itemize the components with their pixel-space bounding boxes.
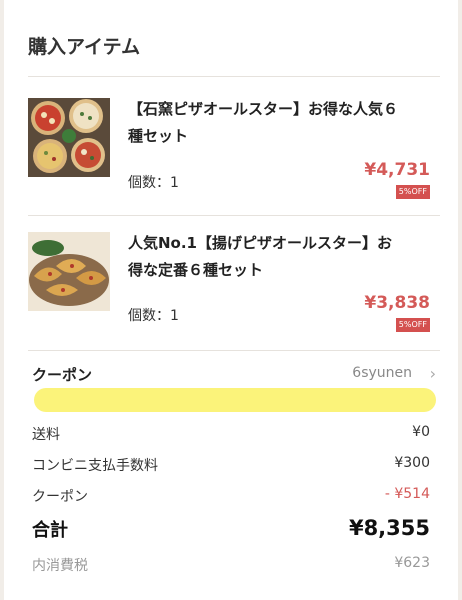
order-summary-card: 購入アイテム 【石窯ピザオールスター】お得な人気６ 種セット 個数：1 ¥4,7… (4, 0, 458, 600)
item-price: ¥4,731 (364, 160, 430, 180)
shipping-value: ¥0 (412, 424, 430, 440)
section-title: 購入アイテム (28, 36, 141, 58)
divider (28, 76, 440, 77)
product-thumbnail-fried-pizza[interactable] (28, 232, 110, 311)
convenience-fee-label: コンビニ支払手数料 (32, 458, 158, 474)
discount-badge: 5%OFF (395, 318, 430, 332)
discount-badge: 5%OFF (395, 185, 430, 199)
item-price: ¥3,838 (364, 293, 430, 313)
quantity-label: 個数：1 (128, 308, 179, 324)
divider (28, 215, 440, 216)
item-name[interactable]: 人気No.1【揚げピザオールスター】お 得な定番６種セット (128, 230, 418, 284)
coupon-discount-label: クーポン (32, 489, 88, 505)
tax-value: ¥623 (394, 555, 430, 571)
total-value: ¥8,355 (348, 516, 430, 540)
quantity-label: 個数：1 (128, 175, 179, 191)
convenience-fee-value: ¥300 (394, 455, 430, 471)
coupon-label: クーポン (32, 366, 93, 384)
highlight-mark (34, 388, 436, 412)
total-label: 合計 (32, 520, 68, 541)
divider (28, 350, 440, 351)
item-name[interactable]: 【石窯ピザオールスター】お得な人気６ 種セット (128, 96, 418, 150)
coupon-discount-value: - ¥514 (384, 486, 430, 502)
shipping-label: 送料 (32, 427, 60, 443)
product-thumbnail-stone-oven-pizza[interactable] (28, 98, 110, 177)
tax-label: 内消費税 (32, 558, 88, 574)
coupon-code: 6syunen (352, 365, 412, 381)
coupon-selector[interactable]: クーポン 6syunen › (28, 364, 440, 388)
chevron-right-icon: › (429, 364, 436, 383)
